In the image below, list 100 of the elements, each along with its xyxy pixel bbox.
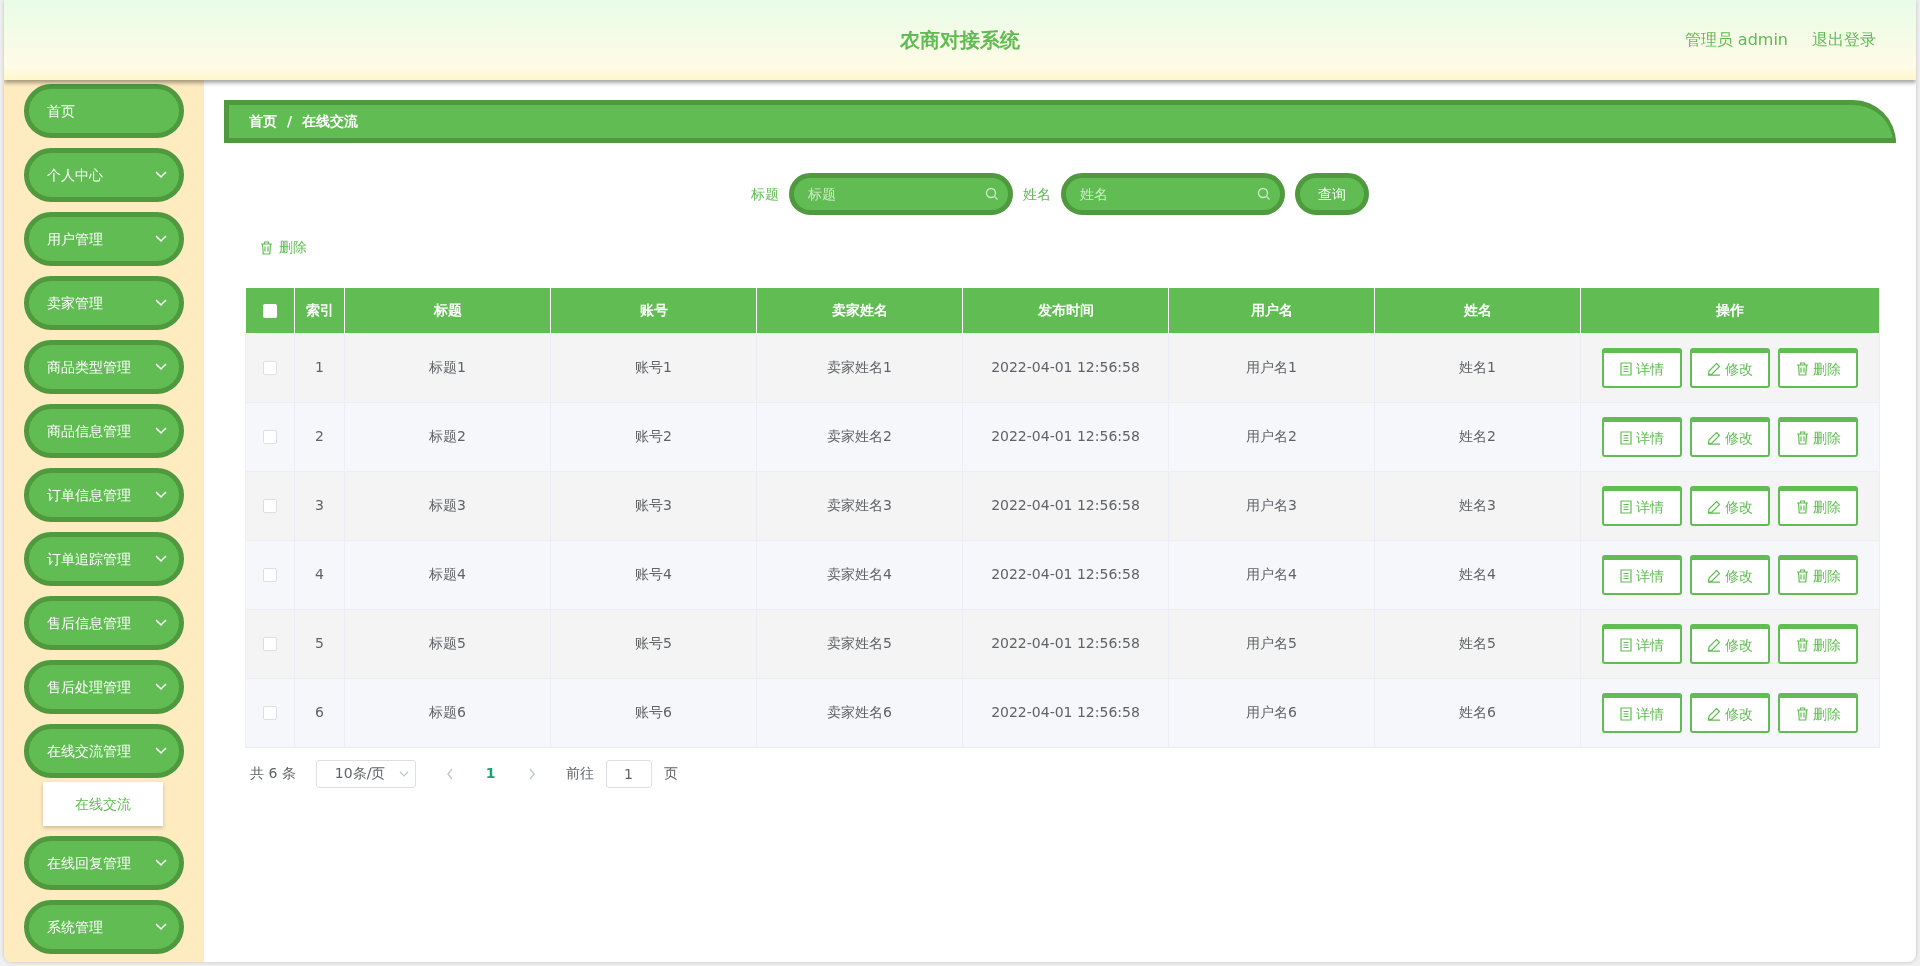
table-cell: 用户名6 [1246,704,1297,720]
table-cell: 2 [315,428,324,444]
detail-button[interactable]: 详情 [1602,692,1682,733]
chevron-down-icon [155,427,167,435]
row-checkbox[interactable] [263,430,277,444]
table-cell: 标题3 [429,497,466,513]
table-cell: 标题4 [429,566,466,582]
table-cell: 6 [315,704,324,720]
column-header: 标题 [344,288,551,333]
row-checkbox[interactable] [263,361,277,375]
table-cell: 标题1 [429,359,466,375]
chevron-down-icon [155,859,167,867]
detail-button[interactable]: 详情 [1602,347,1682,388]
breadcrumb-item[interactable]: 首页 [249,111,277,132]
edit-button[interactable]: 修改 [1690,623,1770,664]
delete-button[interactable]: 删除 [1778,554,1858,595]
table-cell: 2022-04-01 12:56:58 [991,428,1140,444]
delete-button[interactable]: 删除 [1778,623,1858,664]
row-checkbox[interactable] [263,568,277,582]
table-cell: 用户名1 [1246,359,1297,375]
edit-button[interactable]: 修改 [1690,554,1770,595]
trash-icon [1795,362,1809,376]
sidebar-menu-item[interactable]: 售后信息管理 [24,596,184,650]
page-number[interactable]: 1 [485,763,496,784]
search-field[interactable]: 标题 [789,173,1013,215]
delete-button[interactable]: 删除 [1778,416,1858,457]
column-header: 操作 [1580,288,1880,333]
search-label: 姓名 [1023,184,1051,204]
sidebar-menu-item[interactable]: 订单信息管理 [24,468,184,522]
chevron-down-icon [155,923,167,931]
table-cell: 姓名2 [1459,428,1496,444]
edit-button[interactable]: 修改 [1690,416,1770,457]
search-label: 标题 [751,184,779,204]
table-cell: 标题6 [429,704,466,720]
column-header: 卖家姓名 [756,288,963,333]
select-all-checkbox[interactable] [262,303,277,318]
chevron-down-icon [155,171,167,179]
sidebar-menu-item[interactable]: 售后处理管理 [24,660,184,714]
admin-user-label: 管理员 admin [1684,29,1788,51]
sidebar-menu-item[interactable]: 首页 [24,84,184,138]
search-field[interactable]: 姓名 [1061,173,1285,215]
detail-button[interactable]: 详情 [1602,416,1682,457]
table-cell: 账号5 [635,635,672,651]
table-cell: 卖家姓名6 [827,704,892,720]
search-button[interactable]: 查询 [1295,173,1369,215]
delete-button[interactable]: 删除 [1778,485,1858,526]
search-icon [1257,187,1271,201]
document-icon [1620,362,1632,376]
sidebar-menu-item[interactable]: 订单追踪管理 [24,532,184,586]
sidebar-menu-item[interactable]: 在线交流管理 [24,724,184,778]
document-icon [1620,638,1632,652]
table-cell: 2022-04-01 12:56:58 [991,359,1140,375]
table-cell: 姓名1 [1459,359,1496,375]
chevron-down-icon [155,555,167,563]
page-input[interactable]: 1 [605,759,652,788]
next-page-icon[interactable] [527,767,536,780]
previous-page-icon[interactable] [445,767,454,780]
chevron-down-icon [155,683,167,691]
sidebar-menu-item[interactable]: 商品类型管理 [24,340,184,394]
trash-icon [1795,569,1809,583]
sidebar-menu-item[interactable]: 个人中心 [24,148,184,202]
sidebar-submenu-item[interactable]: 在线交流 [43,782,163,826]
table-cell: 用户名4 [1246,566,1297,582]
table-cell: 姓名5 [1459,635,1496,651]
chevron-down-icon [155,619,167,627]
sidebar-menu-item[interactable]: 用户管理 [24,212,184,266]
breadcrumb-item[interactable]: 在线交流 [302,111,359,132]
document-icon [1620,707,1632,721]
trash-icon [1795,500,1809,514]
edit-button[interactable]: 修改 [1690,485,1770,526]
delete-button[interactable]: 删除 [1778,692,1858,733]
edit-button[interactable]: 修改 [1690,692,1770,733]
table-cell: 1 [315,359,324,375]
pencil-icon [1707,431,1721,445]
detail-button[interactable]: 详情 [1602,554,1682,595]
table-cell: 卖家姓名5 [827,635,892,651]
sidebar-menu-item[interactable]: 系统管理 [24,900,184,954]
edit-button[interactable]: 修改 [1690,347,1770,388]
total-count: 共 6 条 [250,764,296,783]
trash-icon [1795,431,1809,445]
detail-button[interactable]: 详情 [1602,623,1682,664]
row-checkbox[interactable] [263,499,277,513]
delete-button[interactable]: 删除 [1778,347,1858,388]
logout-link[interactable]: 退出登录 [1812,28,1876,52]
sidebar-menu-item[interactable]: 在线回复管理 [24,836,184,890]
row-checkbox[interactable] [263,637,277,651]
column-header: 索引 [294,288,345,333]
detail-button[interactable]: 详情 [1602,485,1682,526]
delete-button[interactable]: 删除 [260,237,307,258]
table-cell: 用户名5 [1246,635,1297,651]
column-header: 姓名 [1374,288,1581,333]
table-cell: 姓名6 [1459,704,1496,720]
sidebar-menu-item[interactable]: 卖家管理 [24,276,184,330]
page-size-select[interactable]: 10条/页 [315,759,416,788]
sidebar-menu-item[interactable]: 商品信息管理 [24,404,184,458]
row-checkbox[interactable] [263,706,277,720]
chevron-down-icon [155,747,167,755]
table-cell: 账号4 [635,566,672,582]
document-icon [1620,569,1632,583]
chevron-down-icon [155,491,167,499]
